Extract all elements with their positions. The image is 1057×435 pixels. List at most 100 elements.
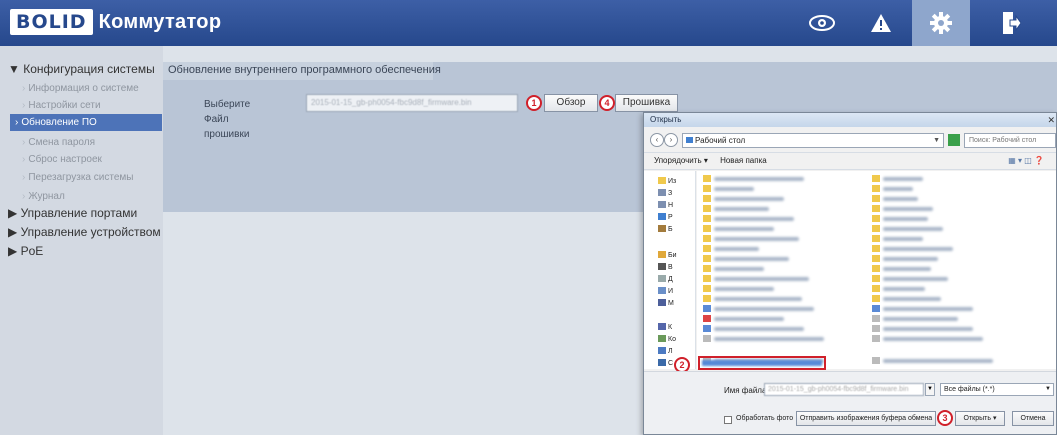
app-window: BOLID Коммутатор ▼ Конфигурация системы … xyxy=(0,0,1057,435)
image-icon xyxy=(658,287,666,294)
file-icon xyxy=(872,357,880,364)
file-icon xyxy=(872,325,880,332)
sidebar-item-system-info[interactable]: › Информация о системе xyxy=(16,80,163,97)
chevron-right-icon: › xyxy=(22,100,26,111)
video-icon xyxy=(658,263,666,270)
folder-icon xyxy=(703,265,711,272)
eye-icon[interactable] xyxy=(793,0,851,46)
folder-icon xyxy=(703,175,711,182)
network-icon xyxy=(658,359,666,366)
sidebar-item-log[interactable]: › Журнал xyxy=(16,188,163,205)
chevron-down-icon[interactable]: ▼ xyxy=(933,134,940,147)
address-input[interactable]: Рабочий стол ▼ xyxy=(682,133,944,148)
step-marker-4: 4 xyxy=(599,95,615,111)
refresh-icon[interactable] xyxy=(948,134,960,146)
sidebar-group-port-management[interactable]: ▶ Управление портами xyxy=(8,206,137,220)
folder-icon xyxy=(703,255,711,262)
sidebar-group-system-config[interactable]: ▼ Конфигурация системы xyxy=(8,62,155,76)
file-type-select[interactable]: Все файлы (*.*) ▼ xyxy=(940,383,1054,396)
address-bar: ‹ › Рабочий стол ▼ Поиск: Рабочий стол xyxy=(644,129,1056,151)
sidebar-item-change-password[interactable]: › Смена пароля xyxy=(16,134,163,151)
step-marker-1: 1 xyxy=(526,95,542,111)
dialog-footer: Имя файла: 2015-01-15_gb-ph0054-fbc9d8f_… xyxy=(644,371,1056,434)
tree-item[interactable]: Би xyxy=(658,251,677,261)
tree-item[interactable]: Из xyxy=(658,177,676,187)
sidebar-group-device-management[interactable]: ▶ Управление устройством xyxy=(8,225,161,239)
file-icon xyxy=(703,325,711,332)
folder-icon xyxy=(872,245,880,252)
send-clipboard-button[interactable]: Отправить изображения буфера обмена xyxy=(796,411,936,426)
page-title: Обновление внутреннего программного обес… xyxy=(168,64,441,76)
tree-item[interactable]: Ко xyxy=(658,335,676,345)
sidebar-item-firmware-update[interactable]: › Обновление ПО xyxy=(10,114,162,131)
folder-icon xyxy=(658,189,666,196)
file-icon xyxy=(872,315,880,322)
dialog-title-bar: Открыть ✕ xyxy=(644,113,1056,127)
browse-button[interactable]: Обзор xyxy=(544,94,598,112)
sidebar-group-poe[interactable]: ▶ PoE xyxy=(8,244,43,258)
tree-item[interactable]: Р xyxy=(658,213,673,223)
organize-button[interactable]: Упорядочить ▾ xyxy=(654,156,708,165)
dialog-title: Открыть xyxy=(650,115,682,124)
tree-item[interactable]: В xyxy=(658,263,673,273)
chevron-right-icon: › xyxy=(15,117,19,128)
tree-item[interactable]: Б xyxy=(658,225,673,235)
selected-file-item[interactable] xyxy=(698,356,826,370)
gear-icon[interactable] xyxy=(912,0,970,46)
folder-icon xyxy=(703,275,711,282)
dialog-toolbar: Упорядочить ▾ Новая папка ▦ ▾ ◫ ❓ xyxy=(644,152,1056,170)
folder-icon xyxy=(703,225,711,232)
file-icon xyxy=(703,315,711,322)
tree-item[interactable]: М xyxy=(658,299,674,309)
file-path-input[interactable]: 2015-01-15_gb-ph0054-fbc9d8f_firmware.bi… xyxy=(306,94,518,112)
chevron-right-icon: › xyxy=(22,154,26,165)
step-marker-3: 3 xyxy=(937,410,953,426)
tree-item[interactable]: С xyxy=(658,359,673,369)
sidebar-item-reset-settings[interactable]: › Сброс настроек xyxy=(16,151,163,168)
folder-icon xyxy=(872,215,880,222)
sidebar-item-network-settings[interactable]: › Настройки сети xyxy=(16,97,163,114)
cancel-button[interactable]: Отмена xyxy=(1012,411,1054,426)
folder-icon xyxy=(872,185,880,192)
tree-item[interactable]: Д xyxy=(658,275,673,285)
forward-icon[interactable]: › xyxy=(664,133,678,147)
tree-item[interactable]: Л xyxy=(658,347,673,357)
file-select-label: Выберите Файл прошивки xyxy=(204,99,251,140)
new-folder-button[interactable]: Новая папка xyxy=(720,156,767,165)
flash-button[interactable]: Прошивка xyxy=(615,94,678,112)
logo-mark: BOLID xyxy=(10,9,93,35)
back-icon[interactable]: ‹ xyxy=(650,133,664,147)
process-photo-checkbox[interactable] xyxy=(724,416,732,424)
close-icon[interactable]: ✕ xyxy=(1047,113,1055,127)
folder-icon xyxy=(872,205,880,212)
file-name-input[interactable]: 2015-01-15_gb-ph0054-fbc9d8f_firmware.bi… xyxy=(764,383,924,396)
folder-icon xyxy=(872,295,880,302)
logo: BOLID Коммутатор xyxy=(10,9,221,35)
alert-icon[interactable] xyxy=(852,0,910,46)
logout-icon[interactable] xyxy=(982,0,1040,46)
tree-item[interactable]: К xyxy=(658,323,672,333)
folder-icon xyxy=(703,285,711,292)
chevron-right-icon: › xyxy=(22,172,26,183)
tree-item[interactable]: И xyxy=(658,287,673,297)
chevron-down-icon[interactable]: ▼ xyxy=(925,383,935,396)
tree-item[interactable]: З xyxy=(658,189,672,199)
address-text: Рабочий стол xyxy=(695,136,746,145)
open-button[interactable]: Открыть ▾ xyxy=(955,411,1005,426)
open-button-label: Открыть xyxy=(963,415,992,422)
folder-icon xyxy=(872,235,880,242)
sidebar-item-label: Смена пароля xyxy=(28,137,95,148)
sidebar-item-reboot[interactable]: › Перезагрузка системы xyxy=(16,169,163,186)
tree-item[interactable]: Н xyxy=(658,201,673,211)
file-icon xyxy=(703,305,711,312)
file-icon xyxy=(703,335,711,342)
sidebar-item-label: Информация о системе xyxy=(28,83,139,94)
folder-icon xyxy=(872,225,880,232)
sidebar-item-label: Настройки сети xyxy=(28,100,101,111)
file-list xyxy=(697,171,1056,369)
app-title: Коммутатор xyxy=(98,10,222,33)
folder-icon xyxy=(703,245,711,252)
view-options-icon[interactable]: ▦ ▾ ◫ ❓ xyxy=(1008,153,1044,169)
file-icon xyxy=(872,305,880,312)
search-input[interactable]: Поиск: Рабочий стол xyxy=(964,133,1056,148)
